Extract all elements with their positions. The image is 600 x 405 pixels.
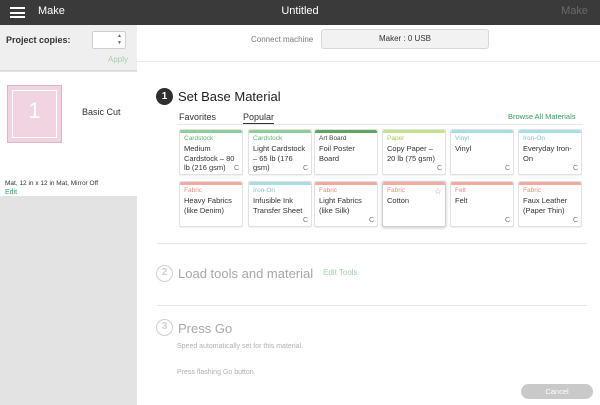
tabs-underline [177, 124, 583, 125]
material-tile[interactable]: Fabric Light Fabrics (like Silk) C [314, 181, 378, 227]
material-category: Fabric [523, 187, 542, 194]
material-name: Infusible Ink Transfer Sheet [253, 196, 303, 215]
top-bar: Make Untitled Make [0, 0, 600, 25]
material-name: Medium Cardstock – 80 lb (216 gsm) [184, 144, 235, 172]
connect-machine-label: Connect machine [251, 35, 314, 44]
material-color-bar [451, 182, 513, 185]
cut-type-label: Basic Cut [82, 107, 121, 117]
material-tile[interactable]: Fabric Faux Leather (Paper Thin) C [518, 181, 582, 227]
mat-description: Mat, 12 in x 12 in Mat, Mirror Off [5, 180, 99, 187]
project-copies-stepper[interactable]: ▲ ▼ [92, 31, 126, 49]
material-color-bar [180, 182, 242, 185]
speed-note: Speed automatically set for this materia… [177, 343, 304, 350]
make-button[interactable]: Make [561, 5, 588, 17]
material-category: Cardstock [253, 135, 283, 142]
material-name: Heavy Fabrics (like Denim) [184, 196, 232, 215]
material-color-bar [519, 182, 581, 185]
material-color-bar [519, 130, 581, 133]
material-category: Felt [455, 187, 466, 194]
divider [157, 243, 587, 244]
material-name: Vinyl [455, 144, 472, 153]
mat-number: 1 [28, 98, 41, 123]
material-color-bar [451, 130, 513, 133]
apply-button[interactable]: Apply [108, 55, 128, 64]
material-color-bar [249, 182, 311, 185]
material-tile[interactable]: Felt Felt C [450, 181, 514, 227]
edit-tools-link[interactable]: Edit Tools [323, 268, 358, 277]
material-category: Fabric [319, 187, 338, 194]
material-color-bar [315, 182, 377, 185]
material-name: Faux Leather (Paper Thin) [523, 196, 568, 215]
material-color-bar [383, 182, 445, 185]
material-name: Cotton [387, 196, 410, 205]
main-panel: Connect machine Maker : 0 USB 1 Set Base… [137, 25, 600, 405]
cricut-icon: C [504, 165, 510, 172]
mat-panel[interactable]: 1 Basic Cut Mat, 12 in x 12 in Mat, Mirr… [0, 72, 137, 196]
mat-thumbnail[interactable]: 1 [7, 85, 62, 143]
mat-edit-link[interactable]: Edit [5, 189, 17, 196]
material-category: Vinyl [455, 135, 469, 142]
press-go-note: Press flashing Go button. [177, 369, 256, 376]
favorite-star-icon[interactable]: ☆ [434, 186, 442, 197]
divider [137, 61, 600, 62]
material-category: Cardstock [184, 135, 214, 142]
step-3-title: Press Go [178, 321, 233, 336]
cricut-icon: C [302, 217, 308, 224]
material-color-bar [383, 130, 445, 133]
material-category: Iron-On [523, 135, 546, 142]
cricut-icon: C [302, 165, 308, 172]
project-copies-row: Project copies: ▲ ▼ Apply [0, 25, 137, 71]
material-name: Foil Poster Board [319, 144, 355, 163]
material-category: Iron-On [253, 187, 276, 194]
material-name: Light Fabrics (like Silk) [319, 196, 362, 215]
tab-popular[interactable]: Popular [243, 112, 275, 124]
step-3-number: 3 [156, 319, 173, 336]
step-2-title: Load tools and material [178, 266, 314, 281]
cricut-icon: C [368, 217, 374, 224]
step-1-number: 1 [156, 88, 173, 105]
material-tile[interactable]: Paper Copy Paper – 20 lb (75 gsm) C [382, 129, 446, 175]
material-color-bar [249, 130, 311, 133]
material-tile[interactable]: Vinyl Vinyl C [450, 129, 514, 175]
material-tile[interactable]: Iron-On Infusible Ink Transfer Sheet C [248, 181, 312, 227]
material-category: Fabric [184, 187, 203, 194]
document-title: Untitled [281, 5, 319, 17]
step-1-title: Set Base Material [178, 89, 281, 104]
divider [157, 305, 587, 306]
machine-select[interactable]: Maker : 0 USB [321, 29, 489, 49]
material-tile[interactable]: Fabric Heavy Fabrics (like Denim) [179, 181, 243, 227]
cricut-icon: C [504, 217, 510, 224]
material-name: Copy Paper – 20 lb (75 gsm) [387, 144, 435, 163]
material-color-bar [315, 130, 377, 133]
step-2-number: 2 [156, 265, 173, 282]
material-category: Paper [387, 135, 405, 142]
left-panel: Project copies: ▲ ▼ Apply 1 Basic Cut Mat… [0, 25, 137, 405]
tab-favorites[interactable]: Favorites [179, 112, 216, 122]
stepper-arrows-icon[interactable]: ▲ ▼ [117, 33, 122, 47]
material-category: Art Board [319, 135, 347, 142]
material-name: Everyday Iron-On [523, 144, 572, 163]
material-tile[interactable]: Iron-On Everyday Iron-On C [518, 129, 582, 175]
material-category: Fabric [387, 187, 406, 194]
cricut-icon: C [572, 165, 578, 172]
project-copies-label: Project copies: [6, 35, 71, 45]
material-tile[interactable]: Fabric Cotton ☆ [382, 181, 446, 227]
material-tile[interactable]: Cardstock Medium Cardstock – 80 lb (216 g… [179, 129, 243, 175]
browse-all-materials-link[interactable]: Browse All Materials [508, 112, 576, 121]
cancel-button[interactable]: Cancel [521, 384, 593, 399]
material-color-bar [180, 130, 242, 133]
cricut-icon: C [572, 217, 578, 224]
material-tile[interactable]: Cardstock Light Cardstock – 65 lb (176 gs… [248, 129, 312, 175]
cricut-icon: C [436, 165, 442, 172]
material-name: Felt [455, 196, 468, 205]
cricut-icon: C [233, 165, 239, 172]
material-name: Light Cardstock – 65 lb (176 gsm) [253, 144, 306, 172]
material-tile[interactable]: Art Board Foil Poster Board [314, 129, 378, 175]
